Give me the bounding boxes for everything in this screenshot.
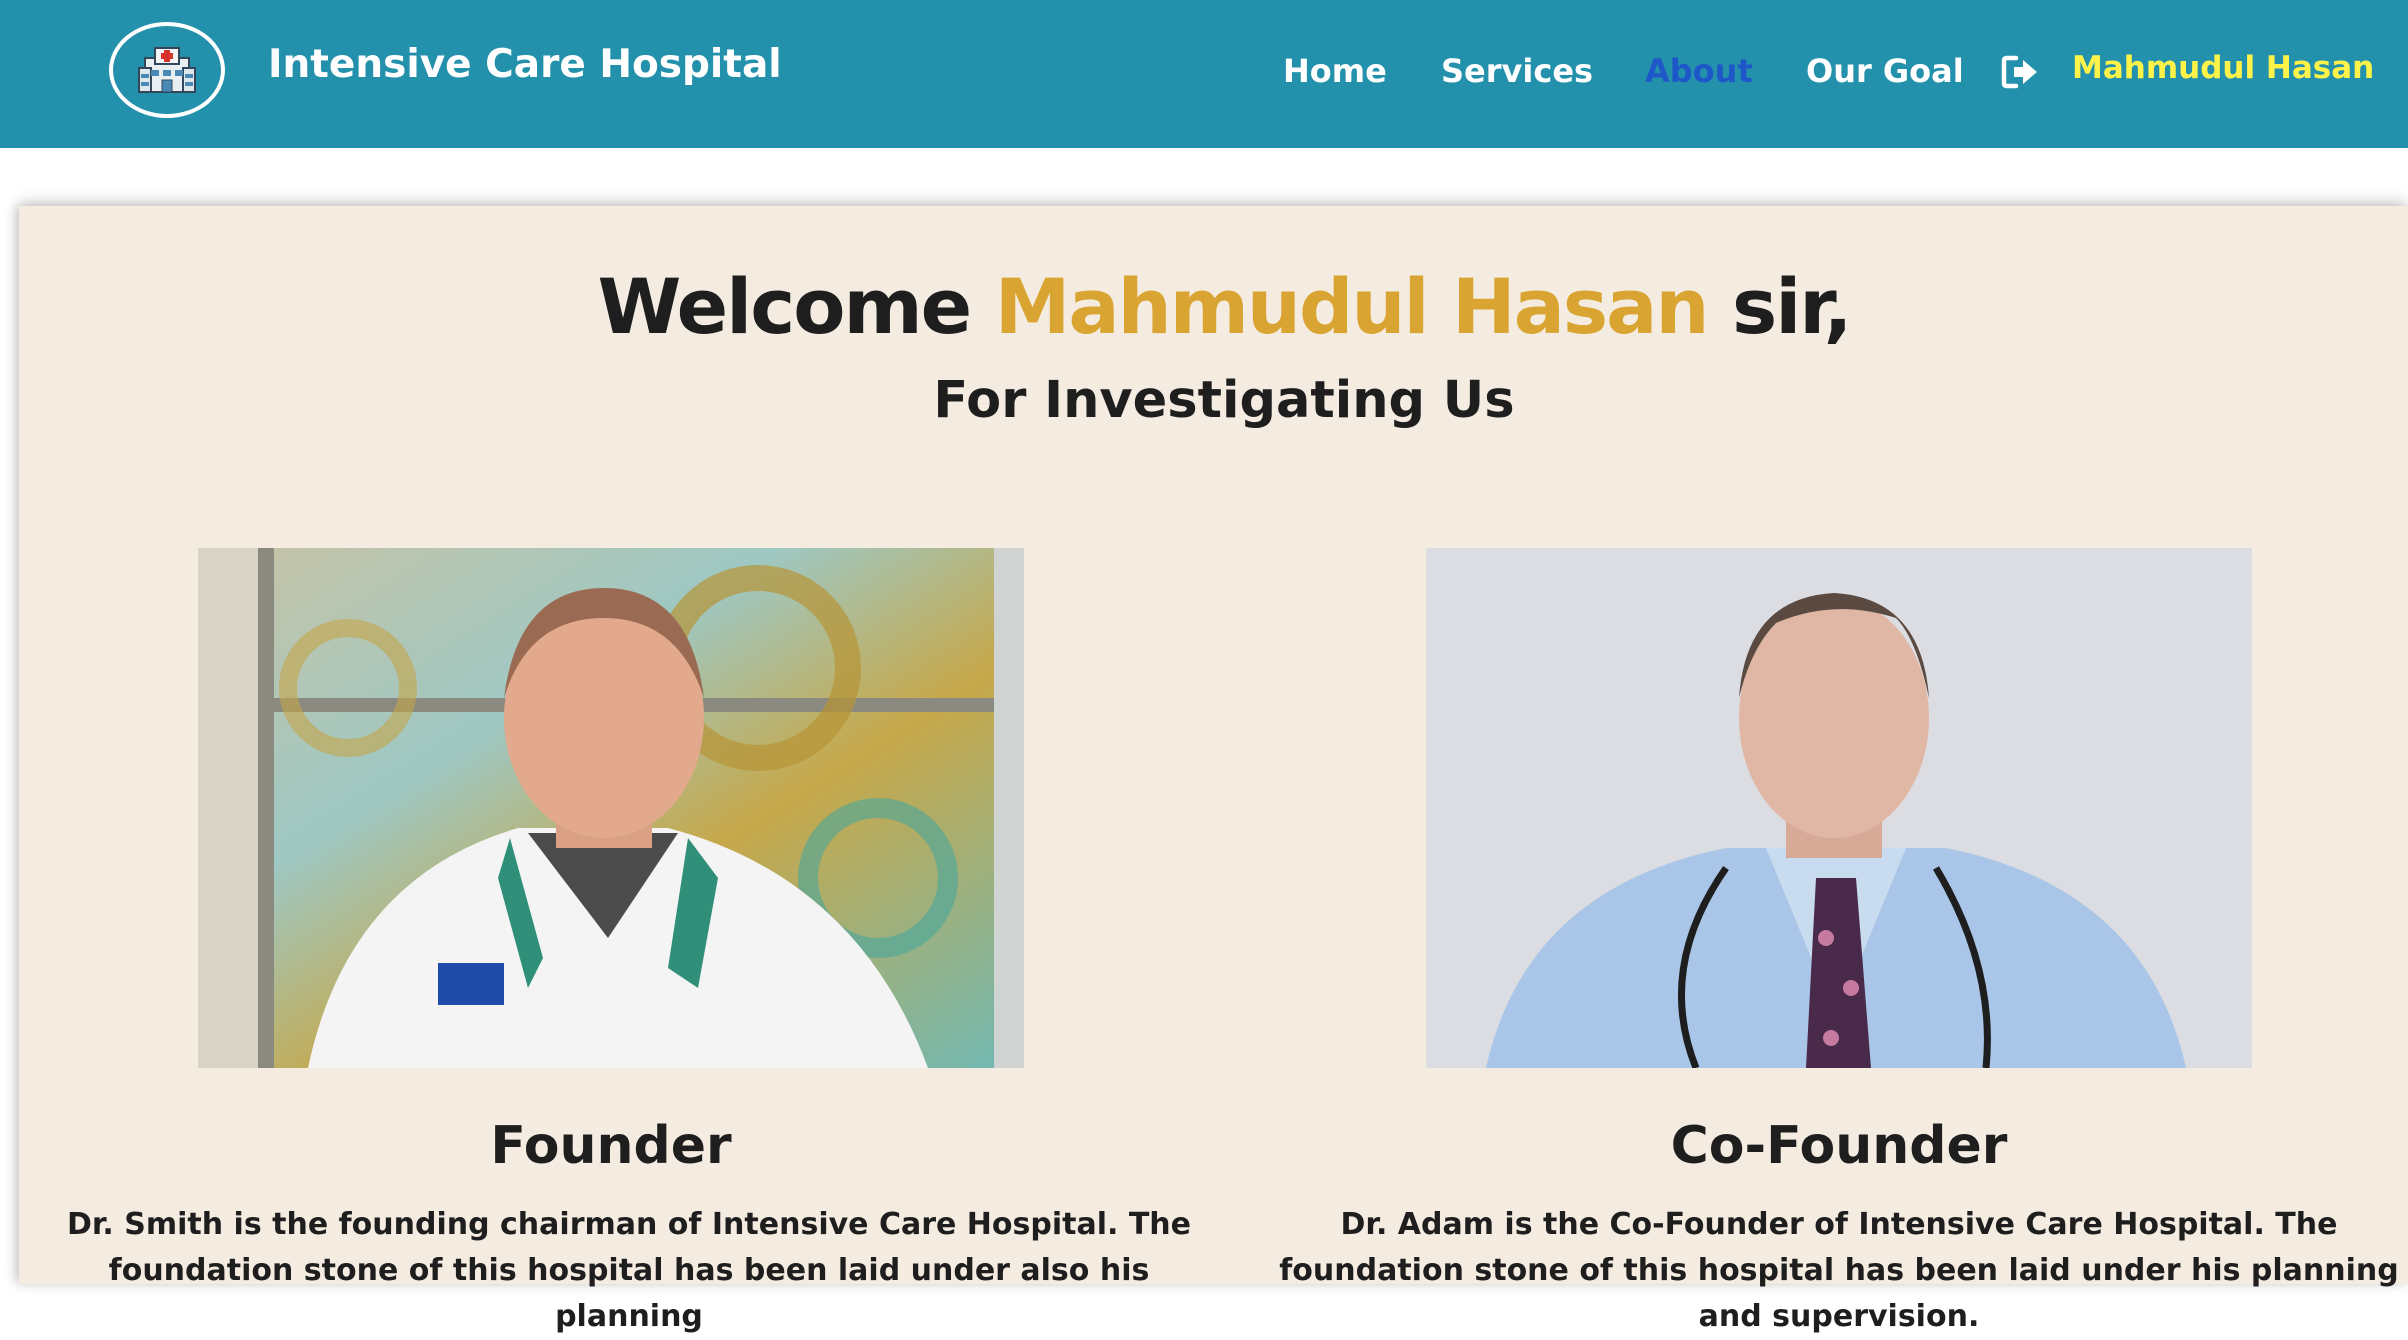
- sign-out-icon[interactable]: [2000, 52, 2040, 92]
- welcome-heading: Welcome Mahmudul Hasan sir,: [19, 262, 2408, 351]
- top-navbar: Intensive Care Hospital Home Services Ab…: [0, 0, 2408, 148]
- nav-services[interactable]: Services: [1441, 52, 1593, 90]
- welcome-prefix: Welcome: [597, 262, 973, 351]
- welcome-user-name: Mahmudul Hasan: [994, 262, 1710, 351]
- founder-photo: [198, 548, 1024, 1068]
- welcome-suffix: sir,: [1732, 262, 1852, 351]
- nav-our-goal[interactable]: Our Goal: [1806, 52, 1964, 90]
- about-content-panel: Welcome Mahmudul Hasan sir, For Investig…: [19, 206, 2408, 1334]
- co-founder-description: Dr. Adam is the Co-Founder of Intensive …: [1279, 1207, 2399, 1334]
- founder-description: Dr. Smith is the founding chairman of In…: [66, 1207, 1192, 1334]
- nav-home[interactable]: Home: [1283, 52, 1387, 90]
- hospital-icon: [138, 47, 196, 93]
- logged-in-user-name[interactable]: Mahmudul Hasan: [2072, 50, 2374, 86]
- hospital-logo[interactable]: [109, 22, 225, 118]
- brand-title[interactable]: Intensive Care Hospital: [268, 42, 782, 87]
- co-founder-title: Co-Founder: [1670, 1116, 2008, 1176]
- founder-title: Founder: [490, 1116, 732, 1176]
- co-founder-photo: [1426, 548, 2252, 1068]
- nav-about[interactable]: About: [1645, 52, 1753, 90]
- welcome-subtitle: For Investigating Us: [933, 371, 1515, 430]
